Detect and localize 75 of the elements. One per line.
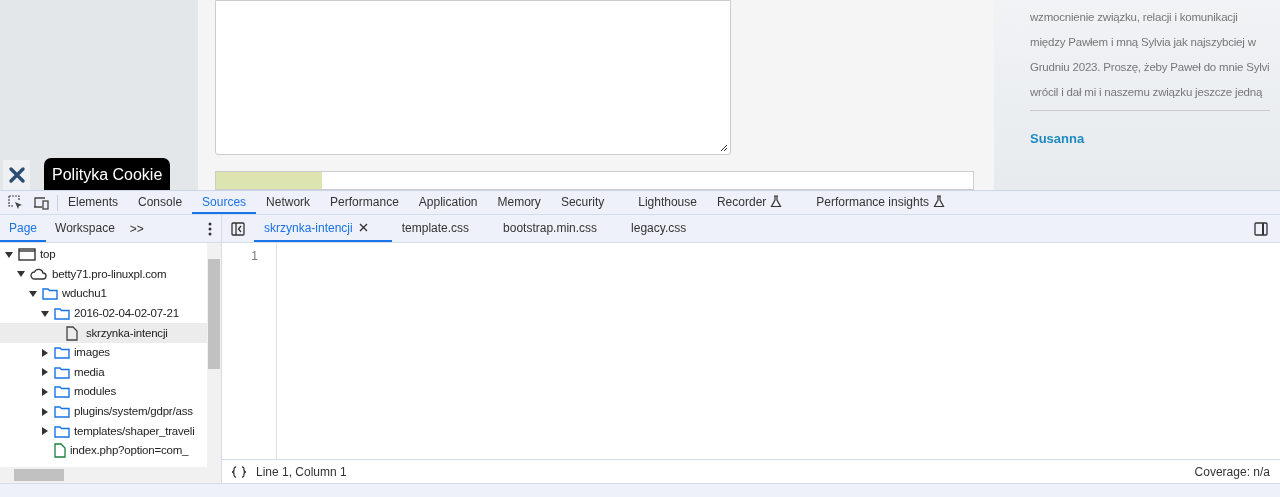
caret-down-icon xyxy=(17,270,25,279)
tree-item-label: plugins/system/gdpr/ass xyxy=(74,403,193,419)
tree-item[interactable]: media xyxy=(0,362,207,383)
caret-down-icon xyxy=(41,309,49,318)
cloud-icon xyxy=(30,268,48,281)
tree-item[interactable]: modules xyxy=(0,382,207,402)
tree-item[interactable]: wduchu1 xyxy=(0,284,207,304)
panel-tab[interactable]: Performance xyxy=(320,191,409,214)
vertical-scrollbar[interactable] xyxy=(207,243,221,467)
tree-item-label: skrzynka-intencji xyxy=(86,325,168,341)
tree-item-label: 2016-02-04-02-07-21 xyxy=(74,305,179,321)
frame-icon xyxy=(18,248,36,262)
navigator-tab[interactable]: Page xyxy=(0,215,47,242)
tree-item-label: modules xyxy=(74,384,117,400)
coverage-status: Coverage: n/a xyxy=(1194,463,1270,481)
file-icon xyxy=(66,325,78,341)
panel-tab[interactable]: Lighthouse xyxy=(628,191,707,214)
inspect-icon[interactable] xyxy=(8,195,23,210)
caret-right-icon xyxy=(41,387,49,396)
folder-icon xyxy=(54,424,70,438)
tree-item[interactable]: skrzynka-intencji xyxy=(0,323,207,343)
close-icon[interactable] xyxy=(358,223,368,232)
tree-item-label: top xyxy=(40,247,56,263)
toggle-navigator-icon[interactable] xyxy=(231,221,245,236)
tree-item-label: wduchu1 xyxy=(62,286,107,302)
editor-tab[interactable]: bootstrap.min.css xyxy=(493,215,622,242)
cursor-position: Line 1, Column 1 xyxy=(256,463,347,481)
folder-icon xyxy=(54,365,70,379)
panel-tab[interactable]: Network xyxy=(256,191,321,214)
comment-text: wzmocnienie związku, relacji i komunikacji między Pawłem i mną Sylvia jak najszybciej w Grudniu 2023. Proszę, żeby Paweł do mnie Sylvi wrócil i dał mi i naszemu związku jeszcze jedną xyxy=(1030,5,1270,111)
toggle-debugger-icon[interactable] xyxy=(1254,221,1268,236)
horizontal-scrollbar[interactable] xyxy=(0,467,221,483)
more-tabs-button[interactable]: >> xyxy=(123,219,150,238)
caret-right-icon xyxy=(41,368,49,377)
tree-item[interactable]: images xyxy=(0,342,207,363)
folder-icon xyxy=(54,307,70,321)
caret-right-icon xyxy=(41,348,49,357)
caret-right-icon xyxy=(41,407,49,416)
pretty-print-icon[interactable] xyxy=(231,465,247,478)
folder-icon xyxy=(54,385,70,399)
comment-author: Susanna xyxy=(1030,130,1086,148)
cookie-policy-badge[interactable]: Polityka Cookie xyxy=(44,158,171,190)
panel-tab[interactable]: Console xyxy=(128,191,193,214)
tree-item-label: images xyxy=(74,345,110,361)
folder-icon xyxy=(54,405,70,419)
panel-tab[interactable]: Recorder xyxy=(706,191,793,214)
tree-item-label: media xyxy=(74,364,105,380)
caret-right-icon xyxy=(41,427,49,436)
navigator-tab[interactable]: Workspace xyxy=(46,215,124,242)
tree-item-label: templates/shaper_traveli xyxy=(74,423,195,439)
tree-item[interactable]: betty71.pro-linuxpl.com xyxy=(0,264,207,285)
tree-item[interactable]: templates/shaper_traveli xyxy=(0,421,207,441)
tree-item-label: betty71.pro-linuxpl.com xyxy=(52,266,167,282)
device-toolbar-icon[interactable] xyxy=(33,195,49,210)
editor-tab[interactable]: template.css xyxy=(391,215,494,242)
resize-handle-icon xyxy=(719,143,728,152)
file-icon xyxy=(54,443,66,459)
tree-item[interactable]: plugins/system/gdpr/ass xyxy=(0,401,207,422)
panel-tab[interactable]: Security xyxy=(550,191,615,214)
caret-down-icon xyxy=(5,250,13,259)
tree-item-label: index.php?option=com_ xyxy=(70,443,189,459)
tree-item[interactable]: top xyxy=(0,245,207,265)
editor-tab[interactable]: legacy.css xyxy=(621,215,711,242)
tree-item[interactable]: index.php?option=com_ xyxy=(0,440,207,461)
tree-item[interactable]: 2016-02-04-02-07-21 xyxy=(0,303,207,324)
panel-tab[interactable]: Memory xyxy=(487,191,551,214)
panel-tab[interactable]: Performance insights xyxy=(806,191,956,214)
panel-tab[interactable]: Application xyxy=(408,191,488,214)
folder-icon xyxy=(54,346,70,360)
caret-down-icon xyxy=(29,290,37,298)
joomla-logo-icon xyxy=(6,165,27,185)
more-options-icon[interactable] xyxy=(208,221,212,236)
line-number: 1 xyxy=(250,248,258,265)
folder-icon xyxy=(42,287,58,301)
panel-tab[interactable]: Elements xyxy=(58,191,129,214)
